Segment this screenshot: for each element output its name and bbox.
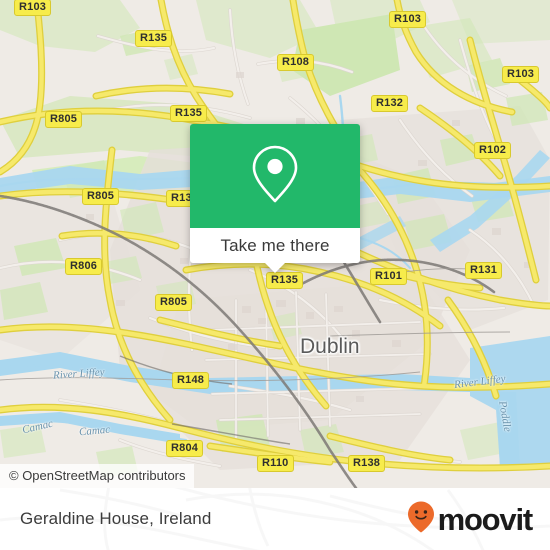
- callout-tail: [264, 262, 286, 273]
- road-shield: R102: [474, 142, 512, 159]
- road-shield: R138: [348, 455, 386, 472]
- road-shield: R805: [45, 111, 83, 128]
- road-shield: R103: [389, 11, 427, 28]
- moovit-wordmark: moovit: [437, 501, 534, 537]
- road-shield: R103: [502, 66, 540, 83]
- location-title: Geraldine House, Ireland: [20, 509, 212, 528]
- moovit-station-card: .urban{fill:#e5dfda;} .park{fill:#cfe7b4…: [0, 0, 550, 550]
- map-canvas[interactable]: .urban{fill:#e5dfda;} .park{fill:#cfe7b4…: [0, 0, 550, 488]
- road-shield: R108: [277, 54, 315, 71]
- moovit-brand-logo[interactable]: moovit: [406, 500, 534, 539]
- road-shield: R103: [14, 0, 52, 16]
- take-me-there-callout[interactable]: Take me there: [190, 124, 360, 273]
- moovit-smiley-pin-icon: [406, 500, 436, 539]
- place-label-dublin: Dublin: [300, 335, 360, 358]
- callout-action-bar[interactable]: Take me there: [190, 228, 360, 273]
- map-pin-icon: [248, 143, 302, 210]
- road-shield: R101: [370, 268, 408, 285]
- take-me-there-label: Take me there: [220, 235, 330, 255]
- road-shield: R805: [82, 188, 120, 205]
- road-shield: R135: [135, 30, 173, 47]
- road-shield: R131: [465, 262, 503, 279]
- road-shield: R804: [166, 440, 204, 457]
- road-shield: R148: [172, 372, 210, 389]
- road-shield: R806: [65, 258, 103, 275]
- road-shield: R110: [257, 455, 294, 472]
- road-shield: R132: [371, 95, 409, 112]
- road-shield: R135: [266, 272, 304, 289]
- callout-icon-area: [190, 124, 360, 228]
- road-shield: R135: [170, 105, 208, 122]
- footer-bar: Geraldine House, Ireland moovit: [0, 488, 550, 550]
- road-shield: R805: [155, 294, 193, 311]
- map-attribution[interactable]: © OpenStreetMap contributors: [0, 464, 194, 488]
